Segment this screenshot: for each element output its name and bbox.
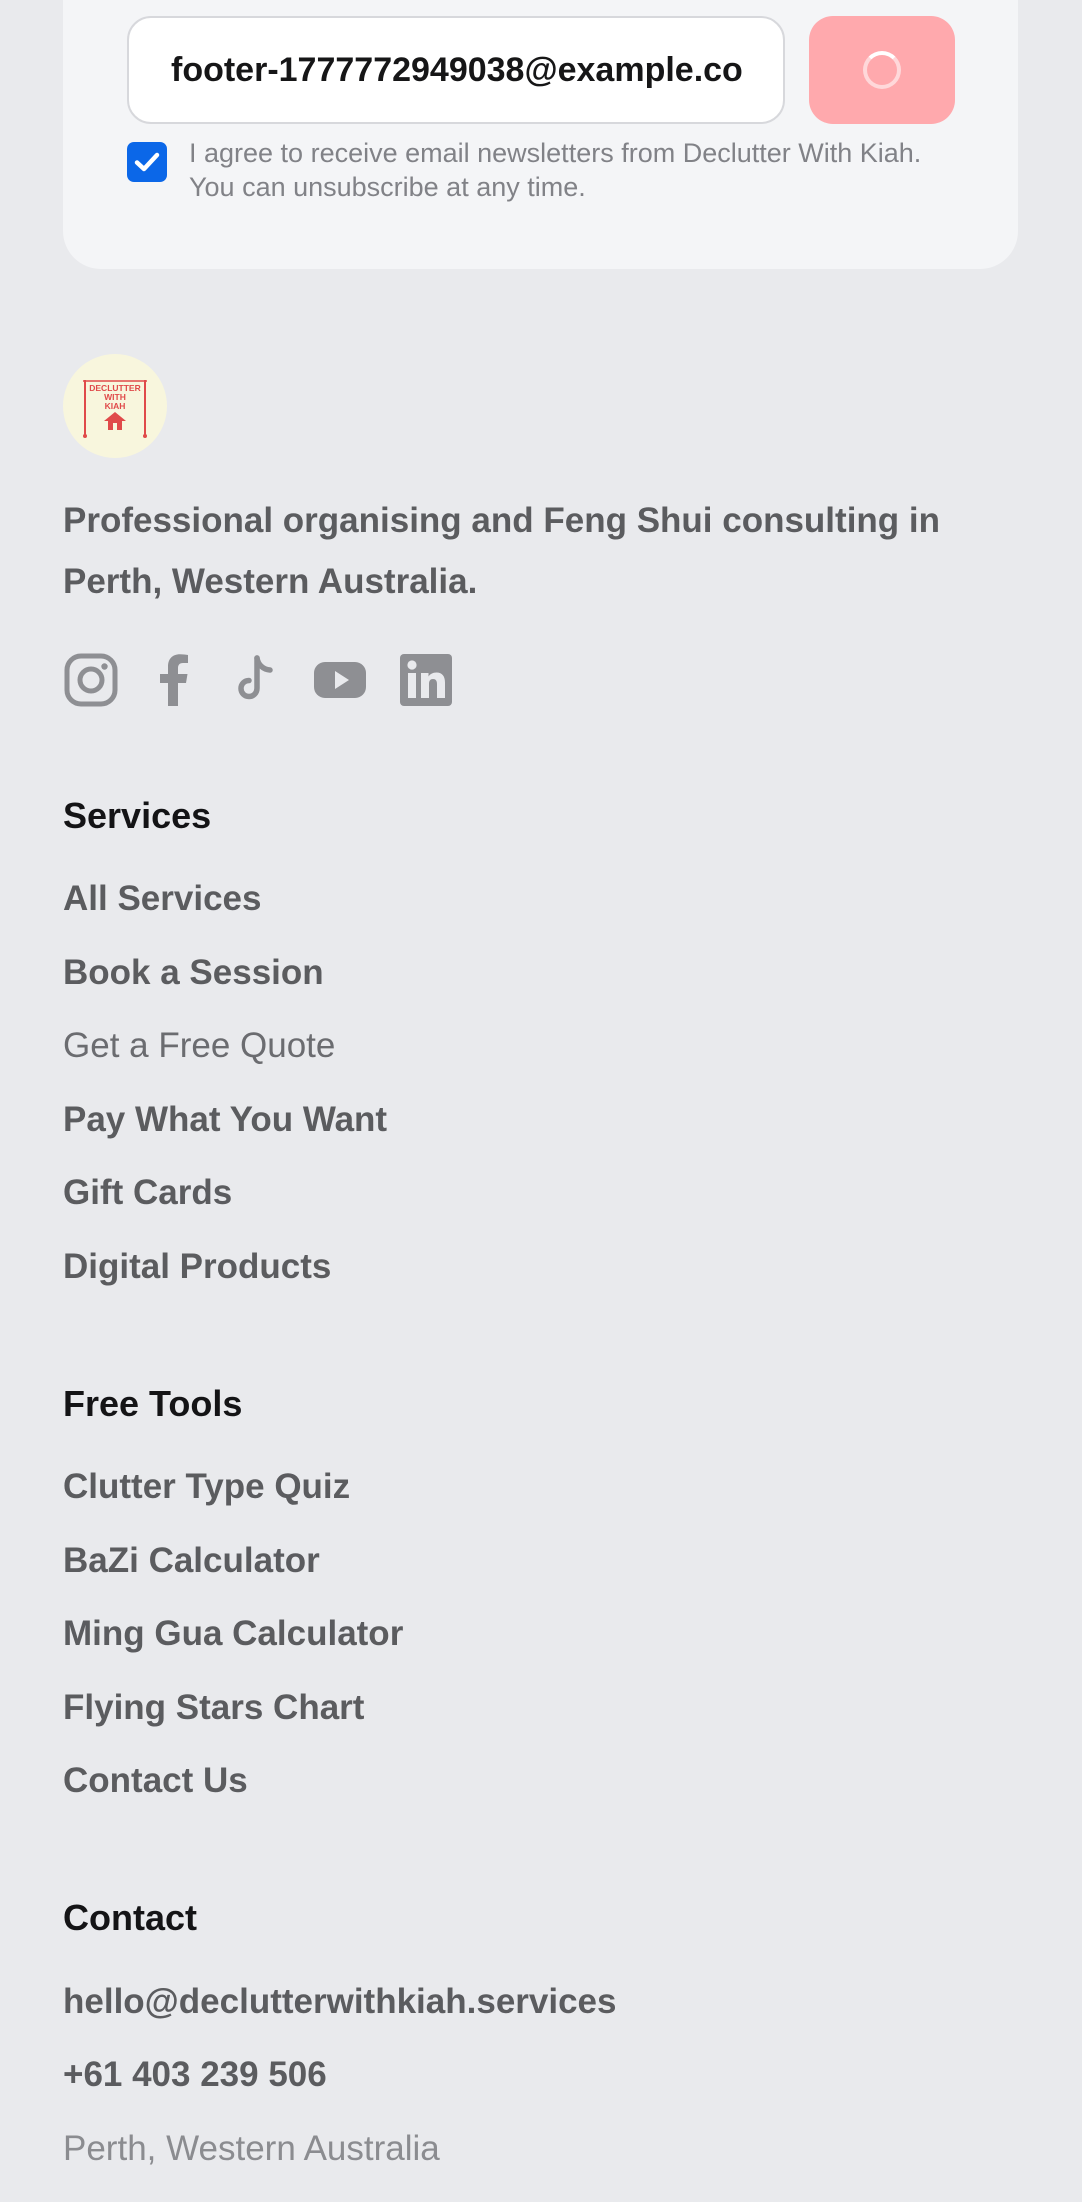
footer-link-bazi-calculator[interactable]: BaZi Calculator (63, 1539, 320, 1583)
contact-phone-link[interactable]: +61 403 239 506 (63, 2053, 327, 2097)
contact-location: Perth, Western Australia (63, 2129, 440, 2168)
free-tools-heading: Free Tools (63, 1383, 243, 1424)
linkedin-icon (400, 654, 452, 706)
instagram-icon (64, 653, 118, 707)
footer-link-gift-cards[interactable]: Gift Cards (63, 1171, 232, 1215)
footer-link-all-services[interactable]: All Services (63, 877, 261, 921)
footer-link-ming-gua-calculator[interactable]: Ming Gua Calculator (63, 1612, 403, 1656)
brand-tagline: Professional organising and Feng Shui co… (63, 501, 940, 601)
footer-link-flying-stars[interactable]: Flying Stars Chart (63, 1686, 364, 1730)
linkedin-link[interactable] (398, 652, 454, 708)
footer-link-free-quote[interactable]: Get a Free Quote (63, 1024, 335, 1068)
footer-link-clutter-quiz[interactable]: Clutter Type Quiz (63, 1465, 350, 1509)
consent-label: I agree to receive email newsletters fro… (189, 138, 922, 202)
footer-link-pay-what-you-want[interactable]: Pay What You Want (63, 1098, 387, 1142)
house-logo-icon: DECLUTTER WITH KIAH (83, 380, 147, 438)
contact-heading: Contact (63, 1897, 197, 1938)
consent-checkbox[interactable] (127, 142, 167, 182)
newsletter-email-input[interactable] (127, 16, 785, 124)
tiktok-link[interactable] (229, 652, 285, 708)
brand-logo[interactable]: DECLUTTER WITH KIAH (63, 354, 167, 458)
checkmark-icon (134, 152, 160, 172)
youtube-link[interactable] (312, 652, 368, 708)
tiktok-icon (238, 655, 273, 700)
contact-email-link[interactable]: hello@declutterwithkiah.services (63, 1980, 617, 2024)
footer-link-book-session[interactable]: Book a Session (63, 951, 324, 995)
loading-spinner-icon (863, 51, 901, 89)
newsletter-submit-button[interactable] (809, 16, 955, 124)
facebook-icon (160, 654, 188, 706)
footer-link-digital-products[interactable]: Digital Products (63, 1245, 331, 1289)
logo-text-line: KIAH (105, 401, 126, 411)
footer-link-contact-us[interactable]: Contact Us (63, 1759, 248, 1803)
instagram-link[interactable] (63, 652, 119, 708)
youtube-icon (314, 662, 366, 698)
facebook-link[interactable] (146, 652, 202, 708)
services-heading: Services (63, 795, 212, 836)
